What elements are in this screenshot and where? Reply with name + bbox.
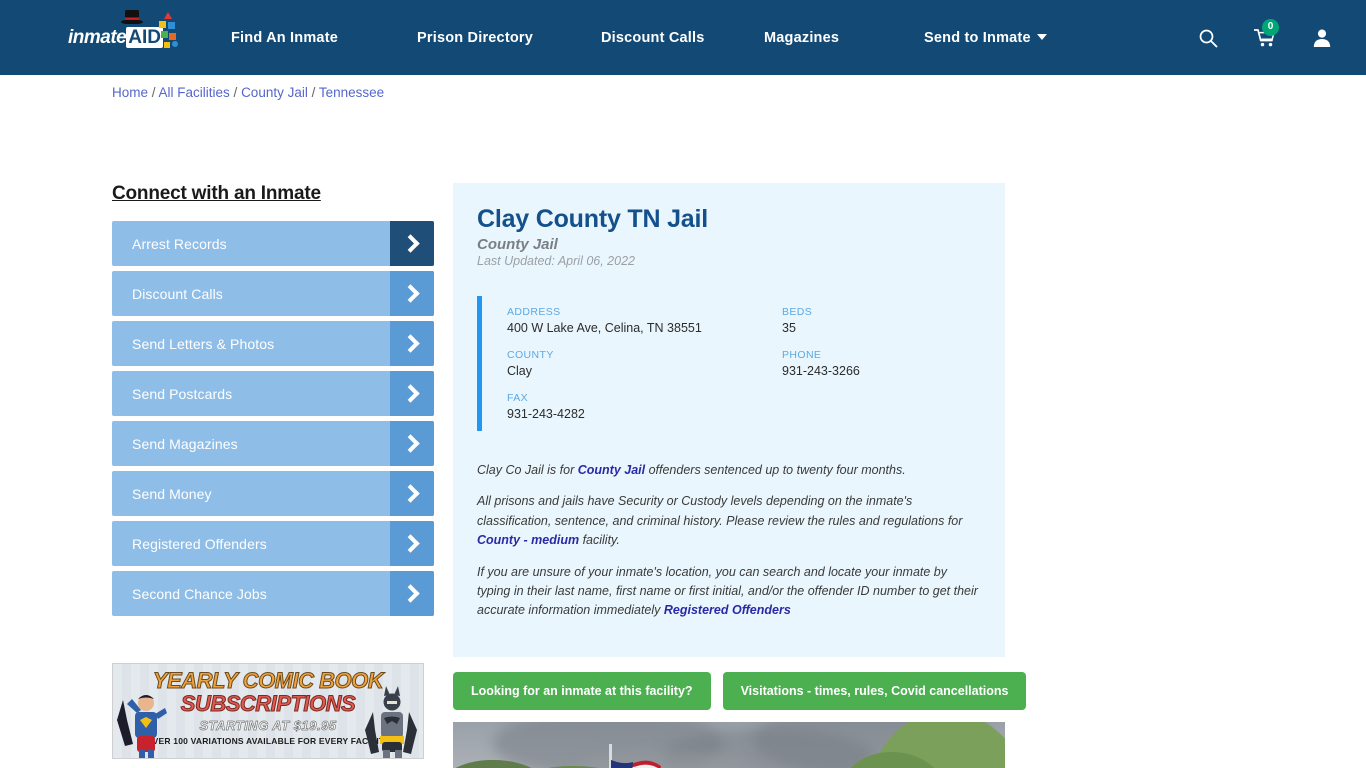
detail-value: 931-243-4282	[507, 407, 585, 421]
chevron-down-icon	[1036, 34, 1047, 40]
confetti-icon	[159, 11, 178, 48]
visitations-button[interactable]: Visitations - times, rules, Covid cancel…	[722, 671, 1027, 710]
logo-wordmark: inmate AID	[68, 26, 163, 48]
find-inmate-button[interactable]: Looking for an inmate at this facility?	[453, 671, 711, 710]
chevron-right-icon	[390, 471, 434, 516]
detail-empty-slot	[782, 392, 981, 421]
description-paragraph-1: Clay Co Jail is for County Jail offender…	[477, 461, 981, 480]
detail-value: 931-243-3266	[782, 364, 860, 378]
chevron-right-icon	[390, 521, 434, 566]
sidebar-item-send-postcards[interactable]: Send Postcards	[112, 371, 434, 416]
p1-text-a: Clay Co Jail is for	[477, 463, 578, 477]
sidebar-item-label: Send Letters & Photos	[132, 335, 275, 352]
breadcrumb: Home / All Facilities / County Jail / Te…	[112, 85, 384, 100]
breadcrumb-item-tennessee[interactable]: Tennessee	[319, 85, 384, 100]
detail-value: 400 W Lake Ave, Celina, TN 38551	[507, 321, 702, 335]
detail-value: 35	[782, 321, 796, 335]
nav-icon-group: 0	[1198, 18, 1340, 48]
sidebar-item-label: Send Postcards	[132, 385, 233, 402]
p2-text-b: facility.	[579, 533, 620, 548]
user-account-icon[interactable]	[1312, 28, 1332, 48]
main-panel: Clay County TN Jail County Jail Last Upd…	[453, 183, 1027, 768]
p1-text-b: offenders sentenced up to twenty four mo…	[645, 463, 906, 477]
chevron-right-icon	[390, 571, 434, 616]
breadcrumb-separator: /	[307, 85, 319, 100]
nav-link-find-an-inmate[interactable]: Find An Inmate	[231, 22, 417, 54]
facility-type-subtitle: County Jail	[477, 236, 558, 253]
detail-fax: FAX 931-243-4282	[507, 392, 782, 421]
detail-label: ADDRESS	[507, 306, 561, 318]
cart-count-badge: 0	[1262, 18, 1279, 36]
nav-link-magazines[interactable]: Magazines	[764, 22, 924, 54]
breadcrumb-item-all-facilities[interactable]: All Facilities	[159, 85, 230, 100]
sidebar-item-send-letters-photos[interactable]: Send Letters & Photos	[112, 321, 434, 366]
link-registered-offenders[interactable]: Registered Offenders	[664, 603, 791, 617]
top-hat-icon	[121, 9, 143, 24]
breadcrumb-separator: /	[148, 85, 159, 100]
detail-label: BEDS	[782, 306, 813, 318]
chevron-right-icon	[390, 321, 434, 366]
nav-link-discount-calls[interactable]: Discount Calls	[601, 22, 764, 54]
facility-details-grid: ADDRESS 400 W Lake Ave, Celina, TN 38551…	[477, 296, 981, 431]
site-logo[interactable]: inmate AID	[68, 9, 180, 58]
sidebar-title: Connect with an Inmate	[112, 183, 321, 204]
detail-beds: BEDS 35	[782, 306, 981, 335]
description-paragraph-2: All prisons and jails have Security or C…	[477, 492, 981, 550]
comic-book-subscription-ad[interactable]: YEARLY COMIC BOOK SUBSCRIPTIONS STARTING…	[112, 663, 424, 759]
facility-description: Clay Co Jail is for County Jail offender…	[477, 461, 981, 621]
detail-county: COUNTY Clay	[507, 349, 782, 378]
breadcrumb-item-county-jail[interactable]: County Jail	[241, 85, 308, 100]
top-navigation-bar: inmate AID Find An Inmate Prison Director…	[0, 0, 1366, 75]
nav-link-prison-directory[interactable]: Prison Directory	[417, 22, 601, 54]
detail-label: PHONE	[782, 349, 822, 361]
sidebar-item-send-magazines[interactable]: Send Magazines	[112, 421, 434, 466]
sidebar-item-second-chance-jobs[interactable]: Second Chance Jobs	[112, 571, 434, 616]
last-updated-text: Last Updated: April 06, 2022	[477, 254, 635, 268]
search-icon[interactable]	[1198, 28, 1218, 48]
detail-phone: PHONE 931-243-3266	[782, 349, 981, 378]
chevron-right-icon	[390, 421, 434, 466]
sidebar-item-discount-calls[interactable]: Discount Calls	[112, 271, 434, 316]
chevron-right-icon	[390, 371, 434, 416]
breadcrumb-item-home[interactable]: Home	[112, 85, 148, 100]
breadcrumb-separator: /	[229, 85, 242, 100]
batman-figure-icon	[365, 686, 417, 758]
sidebar: Connect with an Inmate Arrest Records Di…	[112, 183, 434, 768]
american-flag-icon	[611, 759, 661, 768]
detail-label: COUNTY	[507, 349, 554, 361]
detail-label: FAX	[507, 392, 529, 404]
chevron-right-icon	[390, 271, 434, 316]
facility-photo	[453, 721, 1005, 768]
chevron-right-icon	[390, 221, 434, 266]
page-content: Connect with an Inmate Arrest Records Di…	[0, 75, 1366, 768]
sidebar-item-label: Arrest Records	[132, 235, 227, 252]
sidebar-item-label: Send Money	[132, 485, 212, 502]
detail-value: Clay	[507, 364, 533, 378]
sidebar-item-registered-offenders[interactable]: Registered Offenders	[112, 521, 434, 566]
sidebar-item-label: Send Magazines	[132, 435, 238, 452]
sidebar-item-send-money[interactable]: Send Money	[112, 471, 434, 516]
shopping-cart-icon[interactable]: 0	[1254, 18, 1279, 48]
sidebar-item-label: Registered Offenders	[132, 535, 267, 552]
p2-text-a: All prisons and jails have Security or C…	[477, 494, 963, 528]
detail-address: ADDRESS 400 W Lake Ave, Celina, TN 38551	[507, 306, 782, 335]
link-county-jail[interactable]: County Jail	[578, 463, 645, 477]
description-paragraph-3: If you are unsure of your inmate's locat…	[477, 563, 981, 621]
superman-figure-icon	[117, 695, 167, 758]
call-to-action-row: Looking for an inmate at this facility? …	[453, 671, 1027, 710]
page-title: Clay County TN Jail	[477, 205, 708, 233]
sidebar-item-label: Second Chance Jobs	[132, 585, 267, 602]
sidebar-item-arrest-records[interactable]: Arrest Records	[112, 221, 434, 266]
primary-nav-links: Find An Inmate Prison Directory Discount…	[231, 22, 1047, 54]
nav-dropdown-label: Send to Inmate	[924, 29, 1031, 46]
link-county-medium[interactable]: County - medium	[477, 533, 579, 547]
facility-info-card: Clay County TN Jail County Jail Last Upd…	[453, 183, 1005, 657]
sidebar-item-label: Discount Calls	[132, 285, 223, 302]
